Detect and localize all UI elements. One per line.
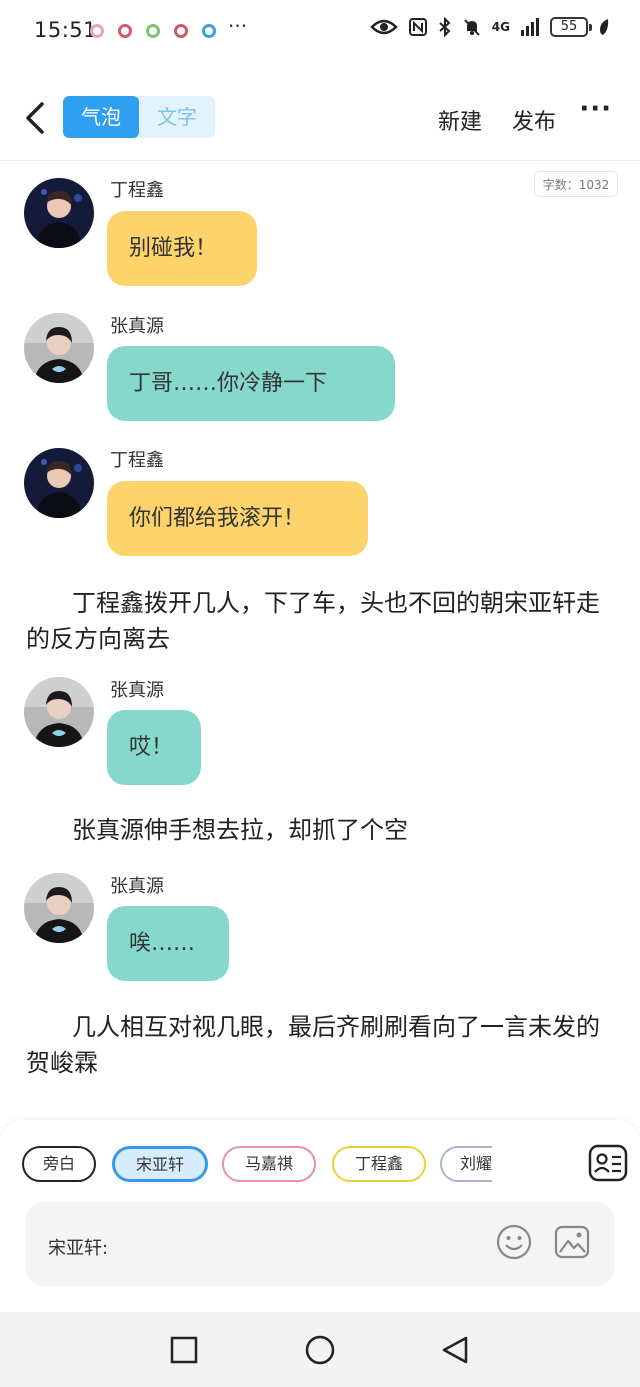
system-icons: 4G 55 — [370, 16, 610, 38]
battery-icon: 55 — [550, 17, 592, 37]
narration-text[interactable]: 几人相互对视几眼，最后齐刷刷看向了一言未发的贺峻霖 — [26, 1009, 616, 1081]
role-input-panel: 旁白 宋亚轩 马嘉祺 丁程鑫 刘耀 宋亚轩: — [0, 1120, 640, 1312]
header-divider — [0, 160, 640, 161]
bluetooth-icon — [439, 17, 451, 37]
speaker-name: 张真源 — [110, 876, 164, 897]
notification-icon — [146, 24, 160, 38]
more-notifications-icon: ··· — [228, 14, 248, 38]
notification-icon — [90, 24, 104, 38]
tab-bubble[interactable]: 气泡 — [63, 96, 139, 138]
speaker-name: 丁程鑫 — [110, 450, 164, 471]
emoji-icon[interactable] — [496, 1224, 532, 1260]
role-chip-dingchengxin[interactable]: 丁程鑫 — [332, 1146, 426, 1182]
avatar-dingchengxin[interactable] — [24, 178, 94, 248]
publish-button[interactable]: 发布 — [512, 104, 556, 136]
narration-text[interactable]: 丁程鑫拨开几人，下了车，头也不回的朝宋亚轩走的反方向离去 — [26, 585, 616, 657]
top-toolbar: 气泡 文字 新建 发布 ··· — [0, 90, 640, 150]
tab-text[interactable]: 文字 — [139, 96, 215, 138]
avatar-dingchengxin[interactable] — [24, 448, 94, 518]
eye-icon — [370, 19, 398, 35]
image-icon[interactable] — [554, 1224, 590, 1260]
more-menu-icon[interactable]: ··· — [579, 94, 612, 124]
status-bar: 15:51 ··· 4G 55 — [0, 0, 640, 62]
speaker-name: 丁程鑫 — [110, 180, 164, 201]
home-circle-icon[interactable] — [304, 1334, 336, 1366]
new-button[interactable]: 新建 — [438, 104, 482, 136]
network-type-label: 4G — [491, 20, 510, 34]
nfc-icon — [408, 18, 427, 36]
notification-icon — [202, 24, 216, 38]
leaf-icon — [600, 19, 609, 35]
narration-text[interactable]: 张真源伸手想去拉，却抓了个空 — [26, 812, 616, 848]
speaker-name: 张真源 — [110, 680, 164, 701]
notification-icon — [118, 24, 132, 38]
role-chip-songyaxuan[interactable]: 宋亚轩 — [112, 1146, 208, 1182]
message-bubble[interactable]: 别碰我！ — [107, 211, 257, 286]
message-bubble[interactable]: 哎！ — [107, 710, 201, 785]
role-chip-majiaqi[interactable]: 马嘉祺 — [222, 1146, 316, 1182]
mute-bell-icon — [464, 19, 480, 36]
avatar-zhangzhenyuan[interactable] — [24, 313, 94, 383]
input-speaker-label: 宋亚轩: — [48, 1238, 109, 1259]
contacts-icon[interactable] — [588, 1144, 628, 1182]
system-nav-bar — [0, 1312, 640, 1387]
role-chip-liuyao[interactable]: 刘耀 — [440, 1146, 492, 1182]
signal-icon — [521, 18, 539, 36]
back-triangle-icon[interactable] — [440, 1334, 472, 1366]
message-bubble[interactable]: 丁哥……你冷静一下 — [107, 346, 395, 421]
recents-square-icon[interactable] — [168, 1334, 200, 1366]
avatar-zhangzhenyuan[interactable] — [24, 873, 94, 943]
role-chip-narrator[interactable]: 旁白 — [22, 1146, 96, 1182]
notification-icons — [90, 24, 216, 38]
role-chip-list: 旁白 宋亚轩 马嘉祺 丁程鑫 刘耀 — [22, 1146, 492, 1186]
notification-icon — [174, 24, 188, 38]
message-bubble[interactable]: 唉…… — [107, 906, 229, 981]
message-input[interactable]: 宋亚轩: — [26, 1202, 614, 1286]
speaker-name: 张真源 — [110, 316, 164, 337]
back-arrow-icon[interactable] — [20, 98, 50, 138]
mode-toggle: 气泡 文字 — [63, 96, 215, 138]
message-bubble[interactable]: 你们都给我滚开！ — [107, 481, 368, 556]
status-time: 15:51 — [34, 18, 98, 42]
word-count-badge: 字数：1032 — [534, 171, 618, 197]
avatar-zhangzhenyuan[interactable] — [24, 677, 94, 747]
